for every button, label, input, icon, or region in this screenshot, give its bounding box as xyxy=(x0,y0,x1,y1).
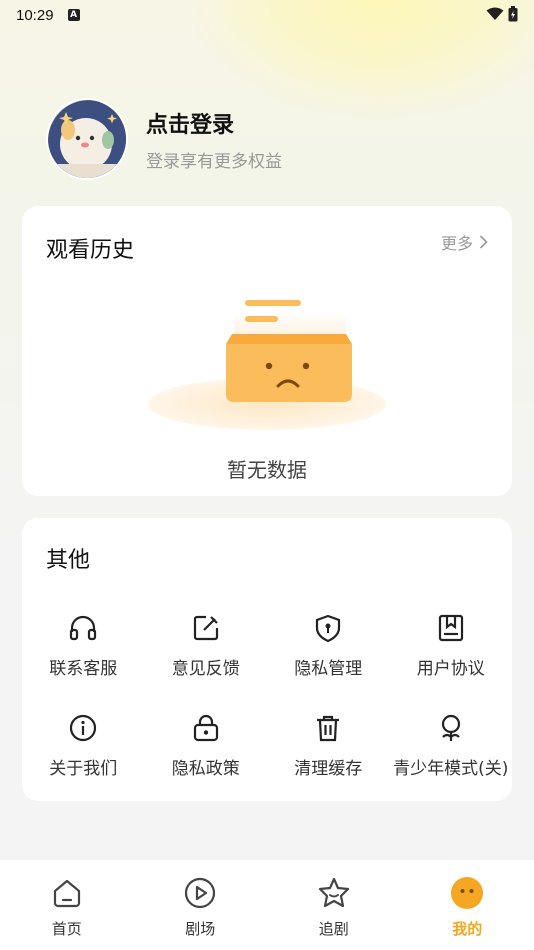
notification-a-icon: A xyxy=(67,9,80,21)
contact-service-item[interactable]: 联系客服 xyxy=(22,612,145,712)
user-agreement-item[interactable]: 用户协议 xyxy=(390,612,513,712)
tab-label: 首页 xyxy=(51,920,82,938)
status-right xyxy=(486,6,518,22)
history-more-link[interactable]: 更多 xyxy=(441,230,488,254)
clear-cache-item[interactable]: 清理缓存 xyxy=(267,712,390,812)
more-label[interactable]: 更多 xyxy=(441,230,473,254)
trash-icon xyxy=(312,712,344,744)
tab-mine[interactable]: 我的 xyxy=(401,860,534,950)
grid-row: 关于我们 隐私政策 清理缓存 青少年模式(关) xyxy=(22,712,512,812)
grid-label: 联系客服 xyxy=(49,659,118,679)
tab-theater[interactable]: 剧场 xyxy=(134,860,268,950)
smiley-avatar-icon xyxy=(450,876,484,910)
grid-row: 联系客服 意见反馈 隐私管理 用户协议 xyxy=(22,612,512,712)
empty-box-icon xyxy=(148,300,386,430)
profile-text[interactable]: 点击登录 登录享有更多权益 xyxy=(146,107,282,172)
tab-label: 我的 xyxy=(452,920,483,938)
wifi-icon xyxy=(486,7,504,20)
tab-label: 追剧 xyxy=(318,920,349,938)
grid-label: 用户协议 xyxy=(416,659,485,679)
shield-lock-icon xyxy=(312,612,344,644)
bottom-tab-bar: 首页 剧场 追剧 我的 xyxy=(0,860,534,950)
star-face-icon xyxy=(317,876,351,910)
other-grid: 联系客服 意见反馈 隐私管理 用户协议 关于我们 隐私政策 清理缓存 青少年模式… xyxy=(22,612,512,812)
about-us-item[interactable]: 关于我们 xyxy=(22,712,145,812)
status-time: 10:29 xyxy=(16,6,54,24)
history-title: 观看历史 xyxy=(46,238,135,263)
login-subtitle: 登录享有更多权益 xyxy=(146,151,282,172)
profile-section[interactable]: 点击登录 登录享有更多权益 xyxy=(46,98,282,180)
play-icon xyxy=(183,876,217,910)
grid-label: 隐私管理 xyxy=(294,659,363,679)
feedback-item[interactable]: 意见反馈 xyxy=(145,612,268,712)
youth-mode-icon xyxy=(435,712,467,744)
tab-follow[interactable]: 追剧 xyxy=(267,860,401,950)
avatar-illustration xyxy=(48,100,126,178)
privacy-policy-item[interactable]: 隐私政策 xyxy=(145,712,268,812)
login-title[interactable]: 点击登录 xyxy=(146,107,282,139)
watch-history-card: 观看历史 更多 暂无数据 xyxy=(22,206,512,496)
chevron-right-icon xyxy=(479,235,488,249)
grid-label: 青少年模式(关) xyxy=(393,759,509,779)
grid-label: 清理缓存 xyxy=(294,759,363,779)
grid-label: 隐私政策 xyxy=(171,759,240,779)
grid-label: 意见反馈 xyxy=(171,659,240,679)
privacy-manage-item[interactable]: 隐私管理 xyxy=(267,612,390,712)
empty-state-text: 暂无数据 xyxy=(227,458,307,482)
home-icon xyxy=(50,876,84,910)
info-icon xyxy=(67,712,99,744)
edit-icon xyxy=(190,612,222,644)
other-card: 其他 联系客服 意见反馈 隐私管理 用户协议 关于我们 隐私政策 清理缓存 青少… xyxy=(22,518,512,801)
avatar[interactable] xyxy=(46,98,128,180)
headphones-icon xyxy=(67,612,99,644)
other-title: 其他 xyxy=(46,548,91,573)
tab-label: 剧场 xyxy=(185,920,216,938)
grid-label: 关于我们 xyxy=(49,759,118,779)
bookmark-book-icon xyxy=(435,612,467,644)
battery-icon xyxy=(508,6,518,22)
status-bar: 10:29 A xyxy=(0,0,534,30)
lock-icon xyxy=(190,712,222,744)
tab-home[interactable]: 首页 xyxy=(0,860,134,950)
youth-mode-item[interactable]: 青少年模式(关) xyxy=(390,712,513,812)
